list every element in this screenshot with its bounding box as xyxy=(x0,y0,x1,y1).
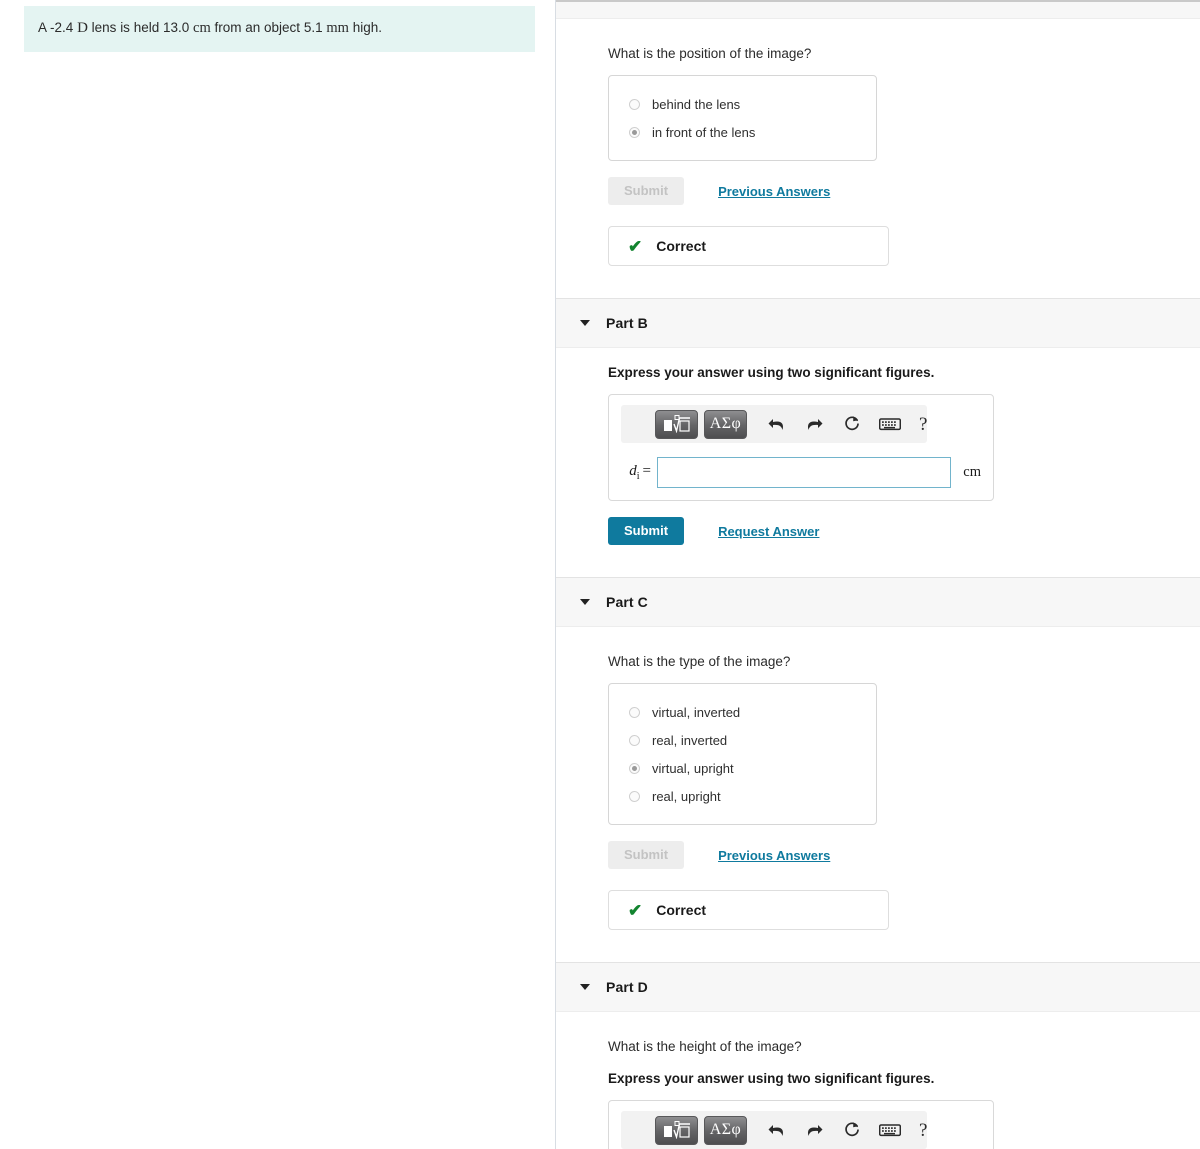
redo-arrow-icon[interactable] xyxy=(799,410,829,438)
part-a-submit-button[interactable]: Submit xyxy=(608,177,685,205)
problem-prefix: A xyxy=(38,20,47,35)
greek-symbols-label: ΑΣφ xyxy=(709,1121,742,1138)
part-c-body: What is the type of the image? virtual, … xyxy=(556,627,1200,962)
choice-label: virtual, inverted xyxy=(652,704,741,720)
problem-power-unit: D xyxy=(77,20,88,36)
choice-label: real, inverted xyxy=(652,732,728,748)
undo-arrow-icon[interactable] xyxy=(761,1116,791,1144)
part-b-body: Express your answer using two significan… xyxy=(556,348,1200,577)
part-b-math-toolbar: ΑΣφ ? xyxy=(621,405,927,443)
chevron-down-icon[interactable] xyxy=(580,984,590,990)
problem-statement-text: A -2.4 D lens is held 13.0 cm from an ob… xyxy=(38,18,521,39)
part-a-choice-group[interactable]: behind the lens in front of the lens xyxy=(608,75,877,161)
part-c-choice-1[interactable]: real, inverted xyxy=(609,726,876,754)
keyboard-icon[interactable] xyxy=(875,410,905,438)
part-a-choice-1[interactable]: in front of the lens xyxy=(609,118,876,146)
answer-panel: What is the position of the image? behin… xyxy=(556,0,1200,1149)
redo-arrow-icon[interactable] xyxy=(799,1116,829,1144)
greek-symbols-label: ΑΣφ xyxy=(709,415,742,432)
problem-power-value: -2.4 xyxy=(50,20,74,35)
reset-circular-arrow-icon[interactable] xyxy=(837,410,867,438)
part-b-input-row: di = cm xyxy=(621,457,981,488)
radio-icon[interactable] xyxy=(629,790,640,802)
part-b-instruction: Express your answer using two significan… xyxy=(608,365,935,380)
part-b-answer-input[interactable] xyxy=(657,457,952,488)
part-c-choice-3[interactable]: real, upright xyxy=(609,782,876,810)
check-icon: ✔ xyxy=(628,900,643,920)
part-a-status-label: Correct xyxy=(656,238,707,254)
choice-label: in front of the lens xyxy=(652,124,756,140)
chevron-down-icon[interactable] xyxy=(580,599,590,605)
problem-suffix-text: high. xyxy=(352,20,382,35)
part-d-question: What is the height of the image? xyxy=(608,1039,802,1054)
radio-icon[interactable] xyxy=(629,706,640,718)
radio-icon[interactable] xyxy=(629,98,640,110)
problem-mid-text: lens is held xyxy=(91,20,160,35)
part-b-answer-box: ΑΣφ ? di = cm xyxy=(608,394,994,501)
part-c-actions: Submit Previous Answers xyxy=(608,841,1200,869)
part-c-submit-button[interactable]: Submit xyxy=(608,841,685,869)
part-b-submit-button[interactable]: Submit xyxy=(608,517,685,545)
part-d-instruction: Express your answer using two significan… xyxy=(608,1071,935,1086)
part-c-choice-0[interactable]: virtual, inverted xyxy=(609,698,876,726)
part-d-title: Part D xyxy=(606,979,648,995)
part-a-body: What is the position of the image? behin… xyxy=(556,19,1200,298)
problem-mid2-text: from an object xyxy=(214,20,301,35)
greek-symbols-button[interactable]: ΑΣφ xyxy=(704,409,747,439)
radio-icon-selected[interactable] xyxy=(629,762,640,774)
problem-banner: A -2.4 D lens is held 13.0 cm from an ob… xyxy=(24,6,535,52)
part-a-status-box: ✔ Correct xyxy=(608,226,889,266)
problem-statement-panel: A -2.4 D lens is held 13.0 cm from an ob… xyxy=(0,0,556,1149)
part-c-choice-group[interactable]: virtual, inverted real, inverted virtual… xyxy=(608,683,877,825)
part-c-choice-2[interactable]: virtual, upright xyxy=(609,754,876,782)
radio-icon-selected[interactable] xyxy=(629,126,640,138)
choice-label: behind the lens xyxy=(652,96,741,112)
radio-icon[interactable] xyxy=(629,734,640,746)
math-template-icon[interactable] xyxy=(655,1115,698,1145)
part-a-question: What is the position of the image? xyxy=(608,46,812,61)
part-c-status-label: Correct xyxy=(656,902,707,918)
help-icon[interactable]: ? xyxy=(919,1121,927,1140)
help-icon[interactable]: ? xyxy=(919,415,927,434)
part-header-c[interactable]: Part C xyxy=(556,577,1200,627)
keyboard-icon[interactable] xyxy=(875,1116,905,1144)
part-b-variable-label: di = xyxy=(629,463,651,482)
part-header-b[interactable]: Part B xyxy=(556,298,1200,348)
part-header-a-clipped[interactable] xyxy=(556,0,1200,19)
part-b-unit-label: cm xyxy=(963,464,981,480)
undo-arrow-icon[interactable] xyxy=(761,410,791,438)
part-d-answer-box: ΑΣφ ? xyxy=(608,1100,994,1149)
part-a-actions: Submit Previous Answers xyxy=(608,177,1200,205)
part-d-body: What is the height of the image? Express… xyxy=(556,1012,1200,1149)
part-c-question: What is the type of the image? xyxy=(608,654,791,669)
problem-height-unit: mm xyxy=(326,20,349,36)
part-header-d[interactable]: Part D xyxy=(556,962,1200,1012)
part-b-actions: Submit Request Answer xyxy=(608,517,1200,545)
part-a-previous-answers-link[interactable]: Previous Answers xyxy=(718,184,830,199)
choice-label: real, upright xyxy=(652,788,721,804)
part-c-title: Part C xyxy=(606,594,648,610)
problem-distance-value: 13.0 xyxy=(162,20,190,35)
part-d-math-toolbar: ΑΣφ ? xyxy=(621,1111,927,1149)
check-icon: ✔ xyxy=(628,236,643,256)
greek-symbols-button[interactable]: ΑΣφ xyxy=(704,1115,747,1145)
part-c-status-box: ✔ Correct xyxy=(608,890,889,930)
chevron-down-icon[interactable] xyxy=(580,320,590,326)
reset-circular-arrow-icon[interactable] xyxy=(837,1116,867,1144)
problem-height-value: 5.1 xyxy=(303,20,323,35)
part-a-choice-0[interactable]: behind the lens xyxy=(609,90,876,118)
page-root: A -2.4 D lens is held 13.0 cm from an ob… xyxy=(0,0,1200,1149)
math-template-icon[interactable] xyxy=(655,409,698,439)
part-b-title: Part B xyxy=(606,315,648,331)
part-c-previous-answers-link[interactable]: Previous Answers xyxy=(718,848,830,863)
part-b-request-answer-link[interactable]: Request Answer xyxy=(718,524,819,539)
problem-distance-unit: cm xyxy=(193,20,211,36)
choice-label: virtual, upright xyxy=(652,760,734,776)
